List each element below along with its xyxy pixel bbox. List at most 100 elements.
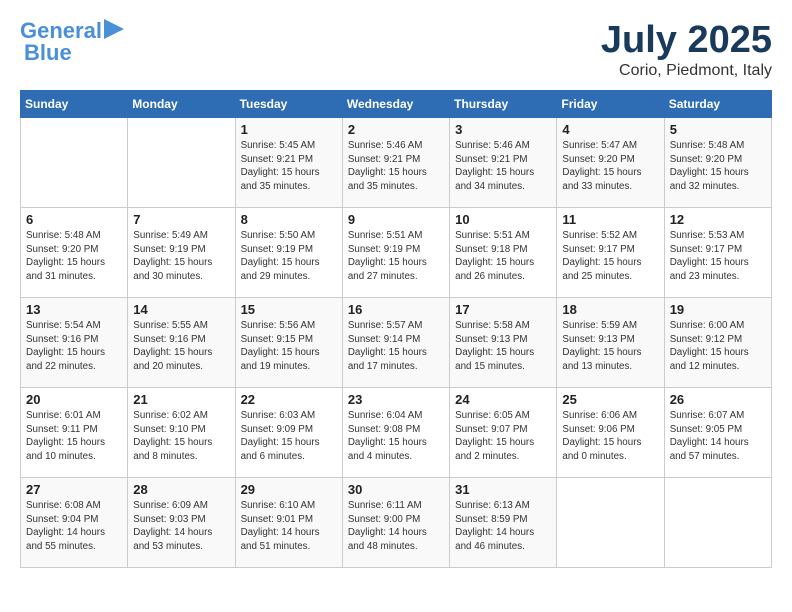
day-number: 18 <box>562 302 658 317</box>
day-info: Sunrise: 6:11 AM Sunset: 9:00 PM Dayligh… <box>348 499 444 554</box>
day-number: 29 <box>241 482 337 497</box>
weekday-header-sunday: Sunday <box>21 90 128 117</box>
calendar-cell: 15 Sunrise: 5:56 AM Sunset: 9:15 PM Dayli… <box>235 297 342 387</box>
day-number: 11 <box>562 212 658 227</box>
month-title: July 2025 <box>601 20 772 62</box>
calendar-cell: 24 Sunrise: 6:05 AM Sunset: 9:07 PM Dayli… <box>450 387 557 477</box>
day-info: Sunrise: 5:46 AM Sunset: 9:21 PM Dayligh… <box>455 139 551 194</box>
day-info: Sunrise: 5:49 AM Sunset: 9:19 PM Dayligh… <box>133 229 229 284</box>
calendar-cell: 9 Sunrise: 5:51 AM Sunset: 9:19 PM Daylig… <box>342 207 449 297</box>
day-number: 28 <box>133 482 229 497</box>
day-number: 5 <box>670 122 766 137</box>
calendar-cell: 7Sunrise: 5:49 AM Sunset: 9:19 PM Daylig… <box>128 207 235 297</box>
calendar-cell: 14Sunrise: 5:55 AM Sunset: 9:16 PM Dayli… <box>128 297 235 387</box>
day-number: 16 <box>348 302 444 317</box>
calendar-cell: 20 Sunrise: 6:01 AM Sunset: 9:11 PM Dayli… <box>21 387 128 477</box>
day-number: 25 <box>562 392 658 407</box>
day-info: Sunrise: 5:51 AM Sunset: 9:19 PM Dayligh… <box>348 229 444 284</box>
location: Corio, Piedmont, Italy <box>601 62 772 80</box>
day-number: 17 <box>455 302 551 317</box>
day-info: Sunrise: 5:48 AM Sunset: 9:20 PM Dayligh… <box>26 229 122 284</box>
title-area: July 2025 Corio, Piedmont, Italy <box>601 20 772 80</box>
calendar-cell: 31 Sunrise: 6:13 AM Sunset: 8:59 PM Dayli… <box>450 477 557 567</box>
day-number: 10 <box>455 212 551 227</box>
day-info: Sunrise: 6:01 AM Sunset: 9:11 PM Dayligh… <box>26 409 122 464</box>
week-row-4: 20 Sunrise: 6:01 AM Sunset: 9:11 PM Dayli… <box>21 387 772 477</box>
day-info: Sunrise: 5:50 AM Sunset: 9:19 PM Dayligh… <box>241 229 337 284</box>
calendar-cell: 3Sunrise: 5:46 AM Sunset: 9:21 PM Daylig… <box>450 117 557 207</box>
day-info: Sunrise: 6:10 AM Sunset: 9:01 PM Dayligh… <box>241 499 337 554</box>
day-number: 23 <box>348 392 444 407</box>
day-info: Sunrise: 6:00 AM Sunset: 9:12 PM Dayligh… <box>670 319 766 374</box>
calendar-cell: 5Sunrise: 5:48 AM Sunset: 9:20 PM Daylig… <box>664 117 771 207</box>
week-row-5: 27 Sunrise: 6:08 AM Sunset: 9:04 PM Dayli… <box>21 477 772 567</box>
calendar-cell: 17 Sunrise: 5:58 AM Sunset: 9:13 PM Dayli… <box>450 297 557 387</box>
calendar-cell: 19Sunrise: 6:00 AM Sunset: 9:12 PM Dayli… <box>664 297 771 387</box>
day-number: 26 <box>670 392 766 407</box>
calendar-cell: 16 Sunrise: 5:57 AM Sunset: 9:14 PM Dayli… <box>342 297 449 387</box>
day-info: Sunrise: 5:53 AM Sunset: 9:17 PM Dayligh… <box>670 229 766 284</box>
weekday-header-wednesday: Wednesday <box>342 90 449 117</box>
calendar-cell: 27 Sunrise: 6:08 AM Sunset: 9:04 PM Dayli… <box>21 477 128 567</box>
day-info: Sunrise: 5:56 AM Sunset: 9:15 PM Dayligh… <box>241 319 337 374</box>
day-info: Sunrise: 5:59 AM Sunset: 9:13 PM Dayligh… <box>562 319 658 374</box>
day-number: 27 <box>26 482 122 497</box>
day-info: Sunrise: 6:08 AM Sunset: 9:04 PM Dayligh… <box>26 499 122 554</box>
day-number: 2 <box>348 122 444 137</box>
day-info: Sunrise: 5:55 AM Sunset: 9:16 PM Dayligh… <box>133 319 229 374</box>
calendar-cell: 23 Sunrise: 6:04 AM Sunset: 9:08 PM Dayli… <box>342 387 449 477</box>
calendar-cell: 6Sunrise: 5:48 AM Sunset: 9:20 PM Daylig… <box>21 207 128 297</box>
day-number: 12 <box>670 212 766 227</box>
calendar-cell <box>21 117 128 207</box>
day-info: Sunrise: 6:02 AM Sunset: 9:10 PM Dayligh… <box>133 409 229 464</box>
day-number: 30 <box>348 482 444 497</box>
weekday-header-tuesday: Tuesday <box>235 90 342 117</box>
day-info: Sunrise: 5:54 AM Sunset: 9:16 PM Dayligh… <box>26 319 122 374</box>
day-info: Sunrise: 5:57 AM Sunset: 9:14 PM Dayligh… <box>348 319 444 374</box>
calendar-cell: 22Sunrise: 6:03 AM Sunset: 9:09 PM Dayli… <box>235 387 342 477</box>
calendar-cell: 1 Sunrise: 5:45 AM Sunset: 9:21 PM Daylig… <box>235 117 342 207</box>
day-number: 31 <box>455 482 551 497</box>
day-number: 24 <box>455 392 551 407</box>
logo-text: General <box>20 20 102 42</box>
day-info: Sunrise: 5:46 AM Sunset: 9:21 PM Dayligh… <box>348 139 444 194</box>
day-number: 9 <box>348 212 444 227</box>
day-info: Sunrise: 6:13 AM Sunset: 8:59 PM Dayligh… <box>455 499 551 554</box>
calendar-cell: 4 Sunrise: 5:47 AM Sunset: 9:20 PM Daylig… <box>557 117 664 207</box>
day-info: Sunrise: 6:06 AM Sunset: 9:06 PM Dayligh… <box>562 409 658 464</box>
day-number: 15 <box>241 302 337 317</box>
day-number: 8 <box>241 212 337 227</box>
calendar-cell: 2 Sunrise: 5:46 AM Sunset: 9:21 PM Daylig… <box>342 117 449 207</box>
day-info: Sunrise: 6:04 AM Sunset: 9:08 PM Dayligh… <box>348 409 444 464</box>
day-info: Sunrise: 6:09 AM Sunset: 9:03 PM Dayligh… <box>133 499 229 554</box>
weekday-header-thursday: Thursday <box>450 90 557 117</box>
weekday-header-friday: Friday <box>557 90 664 117</box>
day-number: 4 <box>562 122 658 137</box>
calendar-cell: 21Sunrise: 6:02 AM Sunset: 9:10 PM Dayli… <box>128 387 235 477</box>
logo-blue: Blue <box>24 40 72 65</box>
weekday-header-row: SundayMondayTuesdayWednesdayThursdayFrid… <box>21 90 772 117</box>
calendar-cell: 13Sunrise: 5:54 AM Sunset: 9:16 PM Dayli… <box>21 297 128 387</box>
calendar-cell: 18 Sunrise: 5:59 AM Sunset: 9:13 PM Dayli… <box>557 297 664 387</box>
calendar-cell: 12 Sunrise: 5:53 AM Sunset: 9:17 PM Dayli… <box>664 207 771 297</box>
day-info: Sunrise: 6:05 AM Sunset: 9:07 PM Dayligh… <box>455 409 551 464</box>
calendar-cell <box>557 477 664 567</box>
weekday-header-saturday: Saturday <box>664 90 771 117</box>
calendar-cell: 11 Sunrise: 5:52 AM Sunset: 9:17 PM Dayli… <box>557 207 664 297</box>
calendar-cell: 8 Sunrise: 5:50 AM Sunset: 9:19 PM Daylig… <box>235 207 342 297</box>
day-info: Sunrise: 5:52 AM Sunset: 9:17 PM Dayligh… <box>562 229 658 284</box>
day-info: Sunrise: 5:45 AM Sunset: 9:21 PM Dayligh… <box>241 139 337 194</box>
day-info: Sunrise: 5:58 AM Sunset: 9:13 PM Dayligh… <box>455 319 551 374</box>
calendar-cell: 25 Sunrise: 6:06 AM Sunset: 9:06 PM Dayli… <box>557 387 664 477</box>
calendar-table: SundayMondayTuesdayWednesdayThursdayFrid… <box>20 90 772 568</box>
day-number: 20 <box>26 392 122 407</box>
weekday-header-monday: Monday <box>128 90 235 117</box>
week-row-2: 6Sunrise: 5:48 AM Sunset: 9:20 PM Daylig… <box>21 207 772 297</box>
calendar-cell: 29 Sunrise: 6:10 AM Sunset: 9:01 PM Dayli… <box>235 477 342 567</box>
day-number: 1 <box>241 122 337 137</box>
calendar-cell: 30 Sunrise: 6:11 AM Sunset: 9:00 PM Dayli… <box>342 477 449 567</box>
day-info: Sunrise: 5:47 AM Sunset: 9:20 PM Dayligh… <box>562 139 658 194</box>
logo: General Blue <box>20 20 124 65</box>
day-info: Sunrise: 6:07 AM Sunset: 9:05 PM Dayligh… <box>670 409 766 464</box>
week-row-1: 1 Sunrise: 5:45 AM Sunset: 9:21 PM Daylig… <box>21 117 772 207</box>
